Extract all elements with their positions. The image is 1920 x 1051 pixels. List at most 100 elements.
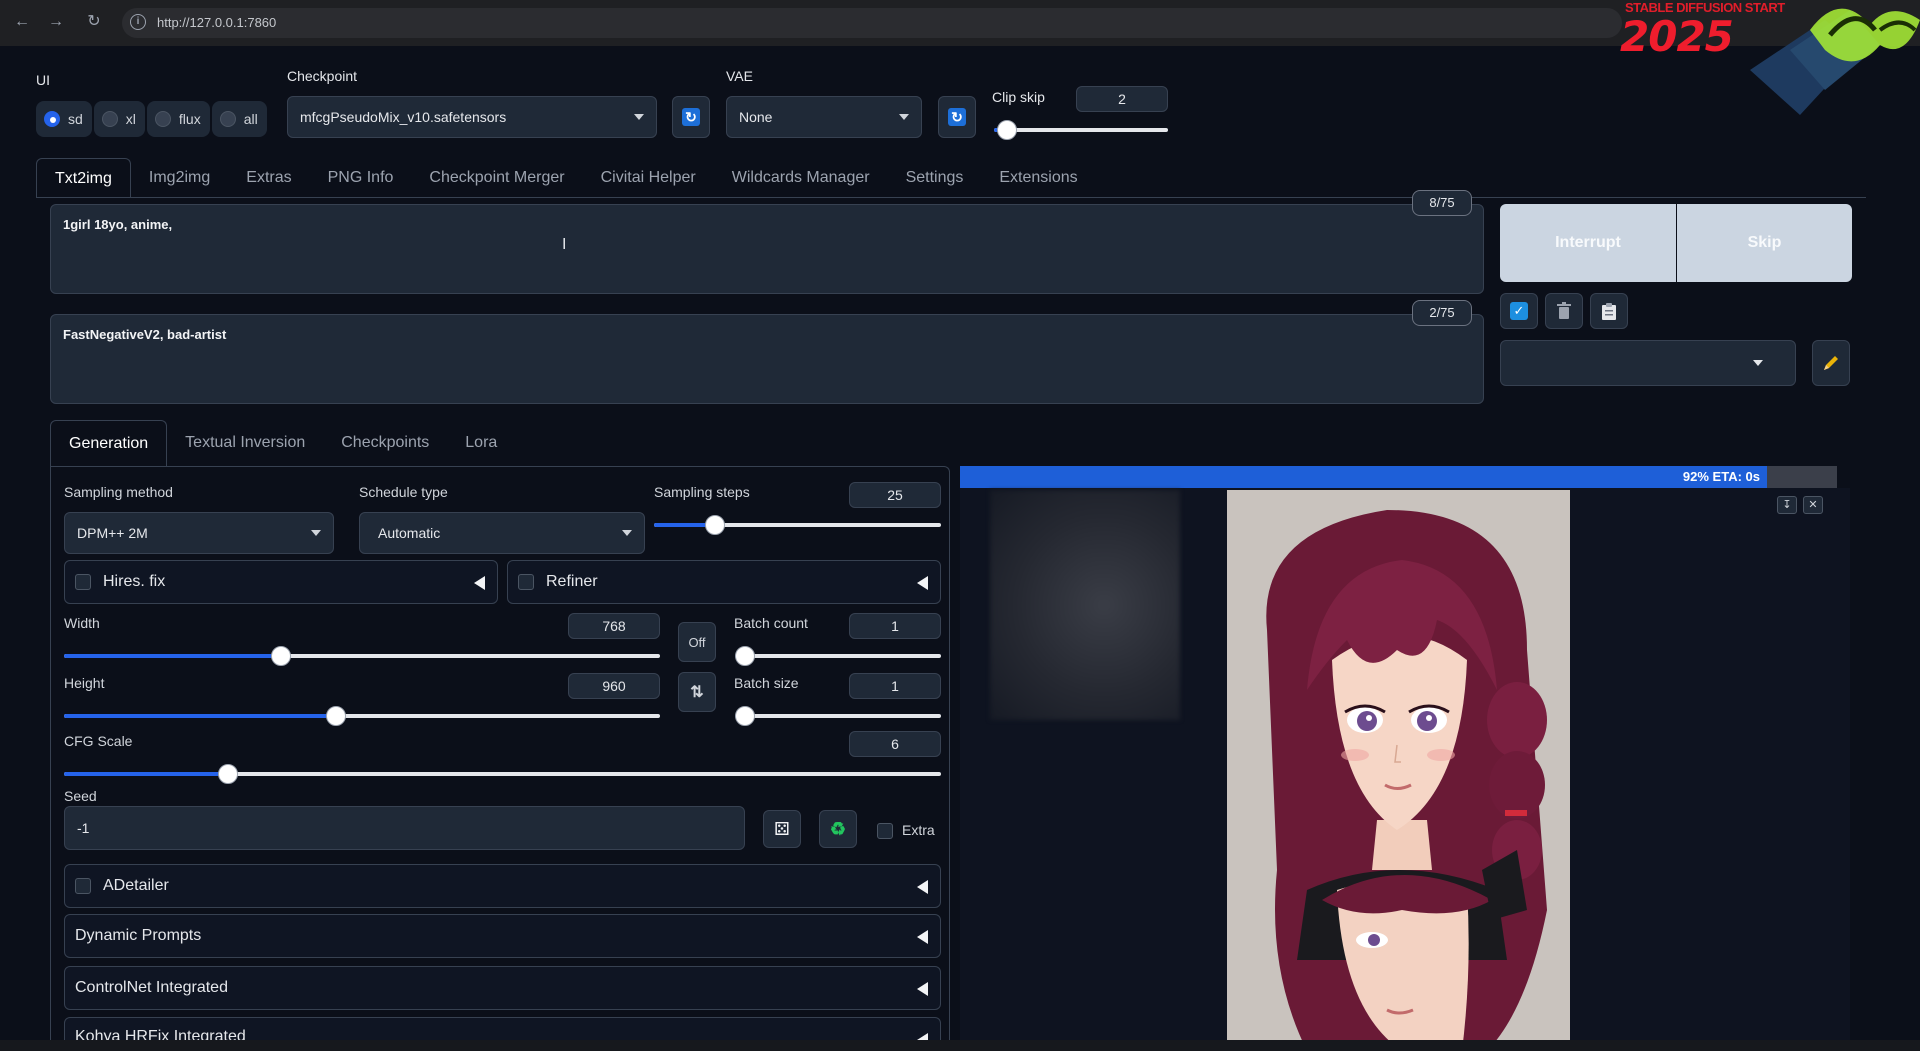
cfg-scale-input[interactable]: 6 <box>849 731 941 757</box>
random-seed-button[interactable]: ⚄ <box>763 810 801 848</box>
sampling-steps-slider[interactable] <box>654 515 941 535</box>
ui-option-flux[interactable]: flux <box>146 101 210 137</box>
live-preview-thumbnail <box>990 490 1180 720</box>
tab-txt2img[interactable]: Txt2img <box>36 158 131 198</box>
collapse-arrow-icon <box>917 982 928 996</box>
tab-generation[interactable]: Generation <box>50 420 168 466</box>
height-slider[interactable] <box>64 706 660 726</box>
reload-icon[interactable]: ↻ <box>84 12 104 32</box>
tab-settings[interactable]: Settings <box>888 158 982 198</box>
show-extra-networks-button[interactable]: ✓ <box>1500 293 1538 329</box>
tab-wildcards-manager[interactable]: Wildcards Manager <box>714 158 888 198</box>
batch-count-label: Batch count <box>734 615 808 631</box>
radio-selected-icon <box>44 111 60 127</box>
refiner-checkbox[interactable] <box>518 574 534 590</box>
prompt-token-counter: 8/75 <box>1412 190 1472 216</box>
tab-civitai-helper[interactable]: Civitai Helper <box>583 158 714 198</box>
address-bar[interactable] <box>122 8 1622 38</box>
refresh-vae-button[interactable]: ↻ <box>938 96 976 138</box>
hires-fix-checkbox[interactable] <box>75 574 91 590</box>
slider-thumb[interactable] <box>326 706 347 726</box>
slider-thumb[interactable] <box>997 120 1018 140</box>
ui-option-sd[interactable]: sd <box>36 101 92 137</box>
close-icon[interactable]: ✕ <box>1803 496 1823 514</box>
schedule-type-select[interactable]: Automatic <box>359 512 645 554</box>
tab-textual-inversion[interactable]: Textual Inversion <box>167 420 323 466</box>
vae-label: VAE <box>726 68 753 84</box>
adetailer-accordion[interactable]: ADetailer <box>64 864 941 908</box>
slider-thumb[interactable] <box>735 646 755 666</box>
negative-prompt-textarea[interactable]: FastNegativeV2, bad-artist <box>50 314 1484 404</box>
generated-image[interactable] <box>1227 490 1570 1051</box>
tab-extensions[interactable]: Extensions <box>981 158 1095 198</box>
width-label: Width <box>64 615 100 631</box>
slider-thumb[interactable] <box>218 764 239 784</box>
checkpoint-select[interactable]: mfcgPseudoMix_v10.safetensors <box>287 96 657 138</box>
paste-button[interactable] <box>1590 293 1628 329</box>
slider-thumb[interactable] <box>704 515 725 535</box>
batch-size-slider[interactable] <box>735 706 941 726</box>
clip-skip-slider[interactable] <box>994 120 1168 140</box>
refresh-icon: ↻ <box>948 108 966 126</box>
sampling-method-select[interactable]: DPM++ 2M <box>64 512 334 554</box>
dynamic-prompts-accordion[interactable]: Dynamic Prompts <box>64 914 941 958</box>
radio-icon <box>154 111 171 127</box>
progress-fill <box>960 466 1767 488</box>
slider-thumb[interactable] <box>271 646 292 666</box>
width-slider[interactable] <box>64 646 660 666</box>
width-input[interactable]: 768 <box>568 613 660 639</box>
tab-checkpoint-merger[interactable]: Checkpoint Merger <box>411 158 582 198</box>
slider-thumb[interactable] <box>735 706 755 726</box>
refiner-accordion[interactable]: Refiner <box>507 560 941 604</box>
tab-extras[interactable]: Extras <box>228 158 309 198</box>
batch-size-input[interactable]: 1 <box>849 673 941 699</box>
batch-count-slider[interactable] <box>735 646 941 666</box>
cfg-scale-slider[interactable] <box>64 764 941 784</box>
interrupt-button[interactable]: Interrupt <box>1500 204 1676 282</box>
anime-girl-illustration <box>1227 490 1570 1051</box>
refresh-checkpoint-button[interactable]: ↻ <box>672 96 710 138</box>
edit-styles-button[interactable] <box>1812 340 1850 386</box>
checkpoint-label: Checkpoint <box>287 68 358 84</box>
tab-checkpoints[interactable]: Checkpoints <box>323 420 447 466</box>
cfg-scale-label: CFG Scale <box>64 733 133 749</box>
clipboard-icon <box>1602 303 1616 320</box>
tab-img2img[interactable]: Img2img <box>131 158 228 198</box>
url-text: http://127.0.0.1:7860 <box>157 15 277 30</box>
refiner-label: Refiner <box>546 573 598 590</box>
reuse-seed-button[interactable]: ♻ <box>819 810 857 848</box>
logo-artwork-icon <box>1750 8 1920 115</box>
clear-prompt-button[interactable] <box>1545 293 1583 329</box>
swap-dimensions-button[interactable]: ⇅ <box>678 672 716 712</box>
aspect-ratio-off-button[interactable]: Off <box>678 622 716 662</box>
vae-select[interactable]: None <box>726 96 922 138</box>
height-input[interactable]: 960 <box>568 673 660 699</box>
site-info-icon[interactable]: i <box>130 14 146 30</box>
ui-option-xl[interactable]: xl <box>93 101 145 137</box>
styles-select[interactable] <box>1500 340 1796 386</box>
download-icon[interactable]: ↧ <box>1777 496 1797 514</box>
clip-skip-input[interactable]: 2 <box>1076 86 1168 112</box>
tab-lora[interactable]: Lora <box>447 420 515 466</box>
skip-button[interactable]: Skip <box>1677 204 1852 282</box>
schedule-type-label: Schedule type <box>359 484 448 500</box>
adetailer-checkbox[interactable] <box>75 878 91 894</box>
checkpoint-value: mfcgPseudoMix_v10.safetensors <box>300 109 507 125</box>
batch-count-input[interactable]: 1 <box>849 613 941 639</box>
swap-arrows-icon: ⇅ <box>690 684 704 701</box>
forward-icon[interactable]: → <box>46 12 66 32</box>
back-icon[interactable]: ← <box>12 12 32 32</box>
seed-label: Seed <box>64 788 97 804</box>
extra-seed-checkbox[interactable] <box>877 823 893 839</box>
ui-option-all[interactable]: all <box>211 101 267 137</box>
prompt-textarea[interactable]: 1girl 18yo, anime, <box>50 204 1484 294</box>
hires-fix-accordion[interactable]: Hires. fix <box>64 560 498 604</box>
sampling-steps-input[interactable]: 25 <box>849 482 941 508</box>
tab-png-info[interactable]: PNG Info <box>310 158 412 198</box>
slider-track <box>735 714 941 718</box>
negative-token-counter: 2/75 <box>1412 300 1472 326</box>
collapse-arrow-icon <box>474 576 485 590</box>
extra-seed-label: Extra <box>902 822 935 838</box>
controlnet-accordion[interactable]: ControlNet Integrated <box>64 966 941 1010</box>
seed-input[interactable]: -1 <box>64 806 745 850</box>
